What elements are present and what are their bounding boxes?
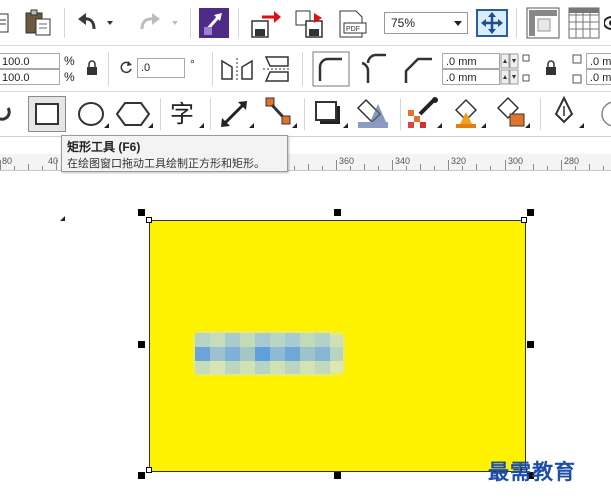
view-eye-icon[interactable]: [604, 12, 611, 34]
corner-radius-top-right-field[interactable]: .0 m: [586, 53, 611, 69]
spinner-arrows-icon[interactable]: [500, 53, 520, 85]
ellipse-tool-icon[interactable]: [74, 100, 110, 130]
outline-pen-tool-icon[interactable]: [548, 96, 584, 130]
corner-node-top-right[interactable]: [521, 217, 527, 223]
corner-node-top-left[interactable]: [146, 217, 152, 223]
tooltip-description: 在绘图窗口拖动工具绘制正方形和矩形。: [67, 158, 265, 170]
corner-radius-bottom-right-field[interactable]: .0 m: [586, 69, 611, 85]
ruler-label: 320: [451, 156, 467, 166]
corner-radius-bottom-left-field[interactable]: .0 mm: [442, 69, 500, 85]
selection-handle-bottom-left[interactable]: [138, 472, 145, 479]
zoom-select[interactable]: 75%: [384, 12, 468, 34]
corner-node-bottom-left[interactable]: [146, 467, 152, 473]
zoom-value: 75%: [391, 16, 416, 30]
publish-pdf-icon[interactable]: PDF: [336, 9, 370, 39]
undo-icon[interactable]: [74, 11, 114, 35]
document-icon[interactable]: [0, 12, 12, 34]
ruler-label: 280: [564, 156, 580, 166]
mirror-horizontal-icon[interactable]: [220, 57, 254, 81]
degree-symbol: °: [190, 57, 195, 71]
toolbox: 字: [0, 92, 611, 221]
corner-scale-right-icon: [572, 54, 582, 84]
rotation-angle-field[interactable]: .0: [137, 58, 185, 78]
interactive-fill-tool-icon[interactable]: [450, 96, 486, 130]
transparency-tool-icon[interactable]: [356, 96, 392, 130]
selection-handle-top-right[interactable]: [527, 209, 534, 216]
rectangle-tool-icon: [35, 103, 59, 125]
connector-tool-icon[interactable]: [262, 96, 298, 130]
drop-shadow-tool-icon[interactable]: [312, 98, 348, 130]
standard-toolbar: PDF 75%: [0, 0, 611, 46]
svg-text:字: 字: [170, 100, 194, 128]
scale-width-value: 100.0: [2, 56, 30, 68]
corner-radius-bottom-left-value: .0 mm: [446, 72, 477, 84]
save-as-icon[interactable]: [294, 9, 326, 39]
corner-scale-icon: [522, 54, 530, 82]
more-tools-icon[interactable]: [600, 100, 611, 128]
lock-ratio-icon[interactable]: [86, 60, 98, 76]
selection-handle-middle-right[interactable]: [527, 341, 534, 348]
color-eyedropper-tool-icon[interactable]: [406, 96, 442, 130]
corner-radius-top-left-field[interactable]: .0 mm: [442, 53, 500, 69]
pixelated-text-placeholder: [193, 331, 345, 376]
corner-radius-top-left-value: .0 mm: [446, 56, 477, 68]
round-corner-icon[interactable]: [312, 51, 350, 87]
redo-icon[interactable]: [136, 11, 182, 35]
svg-text:PDF: PDF: [346, 26, 360, 33]
rotation-icon[interactable]: [118, 59, 134, 75]
selection-handle-top-middle[interactable]: [334, 209, 341, 216]
import-icon[interactable]: [198, 7, 230, 39]
text-tool-icon[interactable]: 字: [168, 98, 204, 130]
polygon-tool-icon[interactable]: [116, 100, 154, 130]
corner-radius-bottom-right-value: .0 m: [590, 72, 611, 84]
scalloped-corner-icon[interactable]: [356, 53, 390, 85]
export-icon[interactable]: [250, 9, 282, 39]
scale-height-value: 100.0: [2, 72, 30, 84]
corner-radius-top-right-value: .0 m: [590, 56, 611, 68]
ruler-label: 360: [339, 156, 355, 166]
percent-symbol-height: %: [64, 70, 75, 84]
full-screen-preview-icon[interactable]: [476, 9, 508, 37]
watermark-text: 最需教育: [488, 459, 576, 484]
rectangle-tool-button[interactable]: [28, 96, 66, 132]
chamfered-corner-icon[interactable]: [400, 53, 434, 85]
ruler-label: 300: [508, 156, 524, 166]
ruler-label: 340: [395, 156, 411, 166]
grid-icon[interactable]: [568, 7, 600, 39]
spiral-tool-icon[interactable]: [0, 104, 16, 126]
selection-handle-top-left[interactable]: [138, 209, 145, 216]
scale-width-field[interactable]: 100.0: [0, 53, 60, 69]
selection-handle-middle-left[interactable]: [138, 341, 145, 348]
rectangle-tool-tooltip: 矩形工具 (F6) 在绘图窗口拖动工具绘制正方形和矩形。: [61, 135, 288, 172]
property-bar: 100.0 100.0 % % .0 ° .0 mm .0 mm .0 m .0…: [0, 46, 611, 92]
smart-fill-tool-icon[interactable]: [494, 96, 530, 130]
dimension-tool-icon[interactable]: [218, 98, 254, 130]
rotation-angle-value: .0: [141, 62, 151, 74]
ruler-label: 80: [2, 156, 13, 166]
rulers-icon[interactable]: [526, 7, 560, 39]
percent-symbol-width: %: [64, 54, 75, 68]
scale-height-field[interactable]: 100.0: [0, 69, 60, 85]
mirror-vertical-icon[interactable]: [262, 55, 292, 83]
selection-handle-bottom-middle[interactable]: [334, 472, 341, 479]
lock-corners-icon[interactable]: [545, 60, 557, 76]
chevron-down-icon: [454, 21, 462, 26]
paste-icon[interactable]: [24, 9, 54, 37]
tooltip-title: 矩形工具 (F6): [67, 140, 141, 154]
